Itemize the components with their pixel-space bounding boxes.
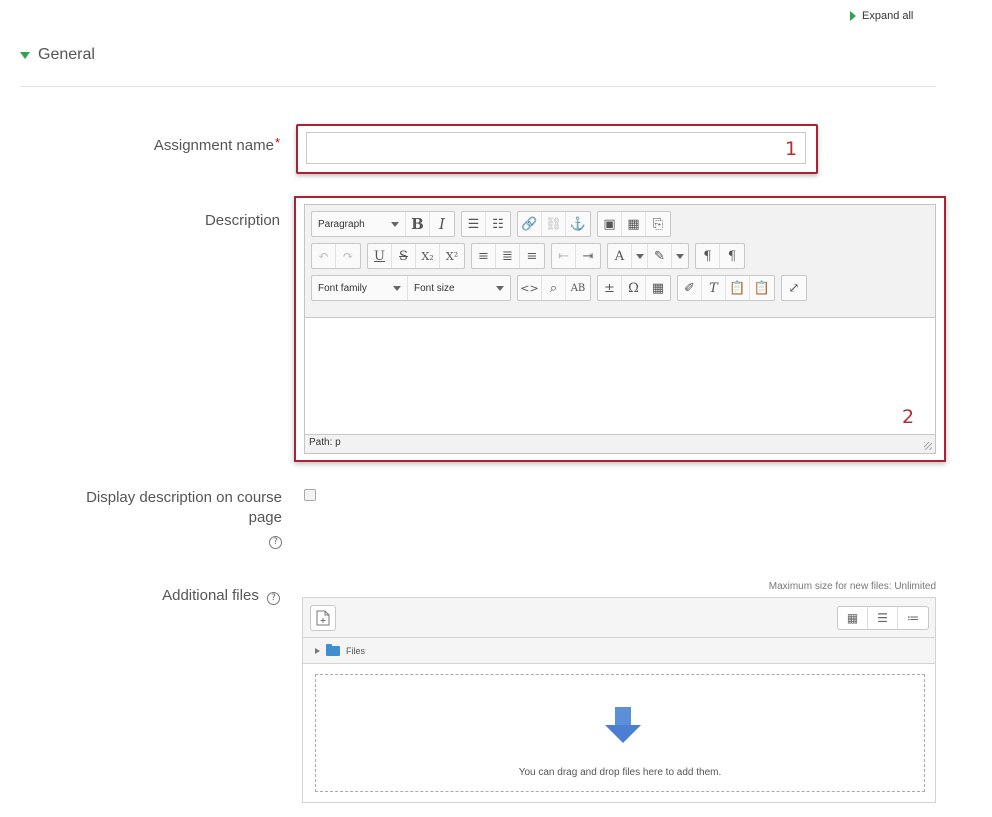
bullet-list-button[interactable]: ☰ xyxy=(462,212,486,236)
insert-line-icon[interactable]: ± xyxy=(598,276,622,300)
display-description-checkbox[interactable] xyxy=(304,489,316,501)
editor-status-path: Path: p xyxy=(309,437,341,448)
tree-view-icon[interactable]: ≔ xyxy=(898,607,928,629)
font-size-select[interactable]: Font size xyxy=(408,276,510,300)
dropdown-caret-icon xyxy=(635,253,644,259)
paste-text-icon[interactable]: 📋 xyxy=(726,276,750,300)
ltr-icon[interactable]: ¶ xyxy=(696,244,720,268)
list-view-icon[interactable]: ☰ xyxy=(868,607,898,629)
assignment-name-highlight: 1 xyxy=(296,124,818,174)
italic-button[interactable]: I xyxy=(430,212,454,236)
add-file-button[interactable] xyxy=(310,605,336,631)
link-icon[interactable]: 🔗 xyxy=(518,212,542,236)
max-size-note: Maximum size for new files: Unlimited xyxy=(768,581,936,592)
media-icon[interactable]: ▦ xyxy=(622,212,646,236)
text-color-dropdown[interactable] xyxy=(632,244,648,268)
table-icon[interactable]: ▦ xyxy=(646,276,670,300)
expand-folder-icon xyxy=(315,647,320,654)
redo-icon[interactable]: ↷ xyxy=(336,244,360,268)
dropdown-caret-icon xyxy=(393,285,401,291)
add-file-icon xyxy=(316,610,330,626)
file-manager-toolbar: ▦ ☰ ≔ xyxy=(303,598,935,638)
expand-all-link[interactable]: Expand all xyxy=(850,10,913,22)
align-left-icon[interactable]: ≡ xyxy=(472,244,496,268)
toolbar-row-3: Font family Font size <> ⌕ AB ± Ω ▦ ✐ T … xyxy=(311,275,813,301)
assignment-name-label: Assignment name* xyxy=(153,135,280,154)
drop-zone-text: You can drag and drop files here to add … xyxy=(518,767,722,778)
clear-format-icon[interactable]: T xyxy=(702,276,726,300)
view-switcher: ▦ ☰ ≔ xyxy=(837,606,929,630)
undo-icon[interactable]: ↶ xyxy=(312,244,336,268)
find-icon[interactable]: ⌕ xyxy=(542,276,566,300)
dropdown-caret-icon xyxy=(676,253,684,259)
drop-arrow-icon xyxy=(605,707,641,743)
section-general-toggle[interactable]: General xyxy=(20,46,95,64)
text-color-icon[interactable]: A xyxy=(608,244,632,268)
cleanup-icon[interactable]: ✐ xyxy=(678,276,702,300)
replace-icon[interactable]: AB xyxy=(566,276,590,300)
additional-files-label: Additional files ? xyxy=(90,587,280,605)
toolbar-row-2: ↶ ↷ U S X₂ X² ≡ ≣ ≡ ⇤ ⇥ A ✎ ¶ ¶ xyxy=(311,243,751,269)
description-label: Description xyxy=(204,212,280,229)
unlink-icon[interactable]: ⛓ xyxy=(542,212,566,236)
special-char-icon[interactable]: Ω xyxy=(622,276,646,300)
subscript-button[interactable]: X₂ xyxy=(416,244,440,268)
anchor-icon[interactable]: ⚓ xyxy=(566,212,590,236)
background-color-dropdown[interactable] xyxy=(672,244,688,268)
align-right-icon[interactable]: ≡ xyxy=(520,244,544,268)
image-icon[interactable]: ▣ xyxy=(598,212,622,236)
manage-files-icon[interactable]: ⎘ xyxy=(646,212,670,236)
expand-all-label: Expand all xyxy=(862,10,914,22)
rtl-icon[interactable]: ¶ xyxy=(720,244,744,268)
expand-triangle-icon xyxy=(850,11,856,21)
section-title: General xyxy=(38,46,95,63)
paste-word-icon[interactable]: 📋 xyxy=(750,276,774,300)
drop-zone[interactable]: You can drag and drop files here to add … xyxy=(315,674,925,792)
display-description-label: Display description on course page ? xyxy=(86,489,282,549)
assignment-name-input[interactable] xyxy=(306,132,806,164)
align-center-icon[interactable]: ≣ xyxy=(496,244,520,268)
numbered-list-button[interactable]: ☷ xyxy=(486,212,510,236)
editor-content-area[interactable]: 2 xyxy=(305,317,935,435)
callout-number-2: 2 xyxy=(902,406,915,428)
superscript-button[interactable]: X² xyxy=(440,244,464,268)
dropdown-caret-icon xyxy=(496,285,504,291)
callout-number-1: 1 xyxy=(785,138,798,160)
rich-text-editor: Paragraph B I ☰ ☷ 🔗 ⛓ ⚓ ▣ ▦ ⎘ ↶ ↷ U S X₂… xyxy=(304,204,936,454)
bold-button[interactable]: B xyxy=(406,212,430,236)
font-family-select[interactable]: Font family xyxy=(312,276,408,300)
description-editor-highlight: Paragraph B I ☰ ☷ 🔗 ⛓ ⚓ ▣ ▦ ⎘ ↶ ↷ U S X₂… xyxy=(294,196,946,462)
folder-path-bar[interactable]: Files xyxy=(303,638,935,664)
outdent-icon[interactable]: ⇤ xyxy=(552,244,576,268)
underline-button[interactable]: U xyxy=(368,244,392,268)
dropdown-caret-icon xyxy=(391,221,399,227)
collapse-triangle-icon xyxy=(20,51,30,59)
indent-icon[interactable]: ⇥ xyxy=(576,244,600,268)
section-divider xyxy=(20,86,936,87)
resize-grip-icon[interactable] xyxy=(924,442,932,450)
icon-view-icon[interactable]: ▦ xyxy=(838,607,868,629)
help-icon[interactable]: ? xyxy=(269,535,282,549)
background-color-icon[interactable]: ✎ xyxy=(648,244,672,268)
folder-icon xyxy=(326,643,340,656)
required-mark: * xyxy=(274,135,280,150)
paragraph-select[interactable]: Paragraph xyxy=(312,212,406,236)
file-manager: ▦ ☰ ≔ Files You can drag and drop files … xyxy=(302,597,936,803)
source-code-icon[interactable]: <> xyxy=(518,276,542,300)
toolbar-row-1: Paragraph B I ☰ ☷ 🔗 ⛓ ⚓ ▣ ▦ ⎘ xyxy=(311,211,677,237)
folder-label: Files xyxy=(346,645,366,656)
strikethrough-button[interactable]: S xyxy=(392,244,416,268)
help-icon[interactable]: ? xyxy=(267,591,280,605)
fullscreen-icon[interactable]: ⤢ xyxy=(782,276,806,300)
